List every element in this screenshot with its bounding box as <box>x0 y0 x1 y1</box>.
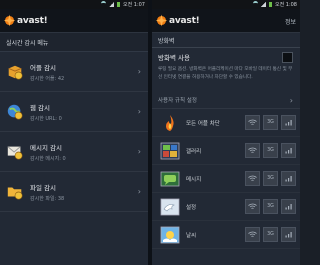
app-rule-row: 날씨 3G <box>152 221 300 249</box>
app-rule-name: 메시지 <box>186 176 202 183</box>
custom-rules-row[interactable]: 사용자 규칙 설정 › <box>152 92 300 109</box>
gallery-icon <box>160 142 180 159</box>
menu-item-subtitle: 감시한 메시지: 0 <box>30 155 66 162</box>
wifi-status-icon <box>100 1 106 8</box>
firewall-toggle-row[interactable]: 방화벽 사용 <box>152 48 300 65</box>
chevron-right-icon: › <box>137 67 141 76</box>
wifi-icon <box>248 147 257 153</box>
firewall-description: 루팅 필요 옵션. 방화벽은 어플리케이션 마다 모바일 데이터 통신 및 무선… <box>158 67 293 80</box>
roaming-toggle-button[interactable] <box>281 115 296 130</box>
section-title: 실시간 감시 메뉴 <box>0 33 148 52</box>
avast-logo-icon <box>3 14 16 27</box>
status-bar: 오전 1:08 <box>152 0 300 9</box>
status-time: 오전 1:07 <box>122 2 145 8</box>
3g-toggle-button[interactable]: 3G <box>263 143 278 158</box>
envelope-shield-icon <box>7 145 23 160</box>
menu-item-title: 파일 감시 <box>30 183 56 192</box>
app-header: avast! <box>0 9 148 33</box>
chevron-right-icon: › <box>289 96 293 105</box>
app-rule-row: 설정 3G <box>152 193 300 221</box>
menu-item-title: 웹 감시 <box>30 103 51 112</box>
firewall-toggle-label: 방화벽 사용 <box>158 53 190 62</box>
menu-item-title: 메시지 감시 <box>30 143 62 152</box>
app-header: avast! 정보 <box>152 9 300 33</box>
chevron-right-icon: › <box>137 187 141 196</box>
app-rule-row: 메시지 3G <box>152 165 300 193</box>
app-rule-name: 설정 <box>186 204 197 211</box>
chevron-right-icon: › <box>137 147 141 156</box>
info-button[interactable]: 정보 <box>285 17 296 26</box>
menu-item-subtitle: 감시한 어플: 42 <box>30 75 65 82</box>
wifi-toggle-button[interactable] <box>245 227 260 242</box>
section-title: 방화벽 <box>152 33 300 48</box>
3g-toggle-button[interactable]: 3G <box>263 199 278 214</box>
status-bar: 오전 1:07 <box>0 0 148 9</box>
left-screen: 오전 1:07 avast! 실시간 감시 메뉴 어플 감시 감시한 어플: 4… <box>0 0 148 265</box>
wifi-icon <box>248 203 257 209</box>
battery-icon <box>268 2 272 7</box>
custom-rules-label: 사용자 규칙 설정 <box>158 98 197 104</box>
avast-logo-icon <box>155 14 168 27</box>
wifi-toggle-button[interactable] <box>245 199 260 214</box>
weather-sun-icon <box>160 226 180 243</box>
app-name: avast! <box>17 15 48 26</box>
globe-shield-icon <box>7 104 23 120</box>
wifi-toggle-button[interactable] <box>245 171 260 186</box>
app-rule-row: 갤러리 3G <box>152 137 300 165</box>
menu-item-message-shield[interactable]: 메시지 감시 감시한 메시지: 0 › <box>0 132 148 172</box>
signal-icon <box>260 2 266 7</box>
wifi-toggle-button[interactable] <box>245 115 260 130</box>
firewall-checkbox[interactable] <box>282 52 293 63</box>
menu-item-app-shield[interactable]: 어플 감시 감시한 어플: 42 › <box>0 52 148 92</box>
folder-shield-icon <box>7 187 23 200</box>
wifi-toggle-button[interactable] <box>245 143 260 158</box>
message-icon <box>160 171 180 186</box>
right-screen: 오전 1:08 avast! 정보 방화벽 방화벽 사용 루팅 필요 옵션. 방… <box>152 0 300 265</box>
menu-item-file-shield[interactable]: 파일 감시 감시한 파일: 38 › <box>0 172 148 212</box>
signal-bars-icon <box>285 232 292 238</box>
app-name: avast! <box>169 15 200 26</box>
3g-toggle-button[interactable]: 3G <box>263 115 278 130</box>
wifi-icon <box>248 231 257 237</box>
app-rule-name: 갤러리 <box>186 148 202 155</box>
chevron-right-icon: › <box>137 107 141 116</box>
signal-bars-icon <box>285 148 292 154</box>
settings-bird-icon <box>160 198 180 215</box>
wifi-icon <box>248 175 257 181</box>
box-shield-icon <box>8 65 23 80</box>
flame-icon <box>166 114 174 131</box>
3g-toggle-button[interactable]: 3G <box>263 171 278 186</box>
signal-bars-icon <box>285 176 292 182</box>
menu-item-subtitle: 감시한 URL: 0 <box>30 115 62 122</box>
battery-icon <box>116 2 120 7</box>
signal-icon <box>108 2 114 7</box>
menu-item-web-shield[interactable]: 웹 감시 감시한 URL: 0 › <box>0 92 148 132</box>
app-logo[interactable]: avast! <box>3 14 48 27</box>
app-logo[interactable]: avast! <box>155 14 200 27</box>
3g-toggle-button[interactable]: 3G <box>263 227 278 242</box>
roaming-toggle-button[interactable] <box>281 199 296 214</box>
status-time: 오전 1:08 <box>274 2 297 8</box>
menu-item-title: 어플 감시 <box>30 63 56 72</box>
app-rule-row: 모든 어플 차단 3G <box>152 109 300 137</box>
menu-item-subtitle: 감시한 파일: 38 <box>30 195 65 202</box>
signal-bars-icon <box>285 120 292 126</box>
signal-bars-icon <box>285 204 292 210</box>
roaming-toggle-button[interactable] <box>281 227 296 242</box>
roaming-toggle-button[interactable] <box>281 171 296 186</box>
wifi-status-icon <box>252 1 258 8</box>
app-rule-name: 날씨 <box>186 232 197 239</box>
app-rule-name: 모든 어플 차단 <box>186 120 220 127</box>
wifi-icon <box>248 119 257 125</box>
roaming-toggle-button[interactable] <box>281 143 296 158</box>
